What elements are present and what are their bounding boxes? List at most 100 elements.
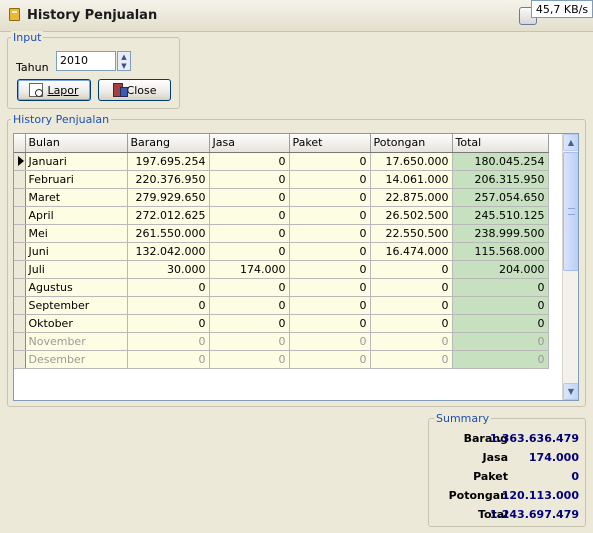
cell-total[interactable]: 180.045.254: [452, 152, 549, 171]
history-grid[interactable]: Bulan Barang Jasa Paket Potongan Total J…: [13, 133, 579, 401]
scroll-up-icon[interactable]: ▲: [563, 134, 578, 151]
cell-total[interactable]: 0: [452, 350, 549, 369]
cell-total[interactable]: 245.510.125: [452, 206, 549, 225]
cell-total[interactable]: 0: [452, 296, 549, 315]
cell-jasa[interactable]: 174.000: [209, 260, 290, 279]
cell-potongan[interactable]: 0: [370, 260, 453, 279]
cell-potongan[interactable]: 16.474.000: [370, 242, 453, 261]
cell-jasa[interactable]: 0: [209, 296, 290, 315]
row-indicator[interactable]: [14, 224, 26, 243]
cell-jasa[interactable]: 0: [209, 224, 290, 243]
cell-barang[interactable]: 0: [127, 314, 210, 333]
row-indicator[interactable]: [14, 314, 26, 333]
cell-bulan[interactable]: Maret: [25, 188, 128, 207]
column-header-paket[interactable]: Paket: [289, 134, 371, 153]
table-row[interactable]: November 0 0 0 0 0: [14, 332, 549, 351]
cell-barang[interactable]: 197.695.254: [127, 152, 210, 171]
cell-total[interactable]: 206.315.950: [452, 170, 549, 189]
table-row[interactable]: Juni 132.042.000 0 0 16.474.000 115.568.000: [14, 242, 549, 261]
cell-potongan[interactable]: 0: [370, 314, 453, 333]
cell-total[interactable]: 0: [452, 314, 549, 333]
table-row[interactable]: September 0 0 0 0 0: [14, 296, 549, 315]
cell-bulan[interactable]: Januari: [25, 152, 128, 171]
cell-total[interactable]: 238.999.500: [452, 224, 549, 243]
scroll-down-icon[interactable]: ▼: [563, 383, 578, 400]
cell-bulan[interactable]: September: [25, 296, 128, 315]
row-indicator[interactable]: [14, 188, 26, 207]
table-row[interactable]: Agustus 0 0 0 0 0: [14, 278, 549, 297]
table-row[interactable]: April 272.012.625 0 0 26.502.500 245.510.125: [14, 206, 549, 225]
cell-potongan[interactable]: 0: [370, 278, 453, 297]
cell-barang[interactable]: 279.929.650: [127, 188, 210, 207]
cell-jasa[interactable]: 0: [209, 170, 290, 189]
cell-jasa[interactable]: 0: [209, 188, 290, 207]
table-row[interactable]: Maret 279.929.650 0 0 22.875.000 257.054.650: [14, 188, 549, 207]
row-indicator[interactable]: [14, 170, 26, 189]
cell-total[interactable]: 0: [452, 332, 549, 351]
cell-paket[interactable]: 0: [289, 260, 371, 279]
cell-paket[interactable]: 0: [289, 332, 371, 351]
cell-paket[interactable]: 0: [289, 170, 371, 189]
cell-barang[interactable]: 0: [127, 296, 210, 315]
scrollbar-thumb[interactable]: [563, 152, 578, 271]
cell-bulan[interactable]: Februari: [25, 170, 128, 189]
cell-potongan[interactable]: 0: [370, 296, 453, 315]
cell-total[interactable]: 115.568.000: [452, 242, 549, 261]
spin-down-icon[interactable]: ▼: [118, 61, 130, 70]
cell-bulan[interactable]: Desember: [25, 350, 128, 369]
close-button[interactable]: Close: [98, 79, 171, 101]
cell-barang[interactable]: 0: [127, 278, 210, 297]
cell-total[interactable]: 0: [452, 278, 549, 297]
row-indicator[interactable]: [14, 332, 26, 351]
cell-jasa[interactable]: 0: [209, 278, 290, 297]
table-row[interactable]: Februari 220.376.950 0 0 14.061.000 206.315.9…: [14, 170, 549, 189]
column-header-jasa[interactable]: Jasa: [209, 134, 290, 153]
cell-jasa[interactable]: 0: [209, 332, 290, 351]
cell-potongan[interactable]: 17.650.000: [370, 152, 453, 171]
cell-bulan[interactable]: November: [25, 332, 128, 351]
cell-potongan[interactable]: 22.550.500: [370, 224, 453, 243]
cell-total[interactable]: 204.000: [452, 260, 549, 279]
row-indicator[interactable]: [14, 260, 26, 279]
column-header-total[interactable]: Total: [452, 134, 549, 153]
row-indicator[interactable]: [14, 278, 26, 297]
cell-paket[interactable]: 0: [289, 224, 371, 243]
row-indicator[interactable]: [14, 152, 26, 171]
cell-total[interactable]: 257.054.650: [452, 188, 549, 207]
table-row[interactable]: Januari 197.695.254 0 0 17.650.000 180.045.25…: [14, 152, 549, 171]
column-header-bulan[interactable]: Bulan: [25, 134, 128, 153]
cell-bulan[interactable]: Oktober: [25, 314, 128, 333]
cell-paket[interactable]: 0: [289, 242, 371, 261]
cell-paket[interactable]: 0: [289, 278, 371, 297]
tahun-input[interactable]: 2010: [56, 51, 116, 71]
cell-potongan[interactable]: 0: [370, 350, 453, 369]
cell-bulan[interactable]: Mei: [25, 224, 128, 243]
cell-barang[interactable]: 132.042.000: [127, 242, 210, 261]
cell-potongan[interactable]: 22.875.000: [370, 188, 453, 207]
cell-barang[interactable]: 0: [127, 350, 210, 369]
cell-bulan[interactable]: Agustus: [25, 278, 128, 297]
table-row[interactable]: Mei 261.550.000 0 0 22.550.500 238.999.500: [14, 224, 549, 243]
row-indicator[interactable]: [14, 296, 26, 315]
spin-up-icon[interactable]: ▲: [118, 52, 130, 61]
cell-potongan[interactable]: 26.502.500: [370, 206, 453, 225]
cell-jasa[interactable]: 0: [209, 350, 290, 369]
cell-potongan[interactable]: 0: [370, 332, 453, 351]
cell-barang[interactable]: 0: [127, 332, 210, 351]
cell-potongan[interactable]: 14.061.000: [370, 170, 453, 189]
row-indicator[interactable]: [14, 206, 26, 225]
row-indicator[interactable]: [14, 242, 26, 261]
column-header-barang[interactable]: Barang: [127, 134, 210, 153]
table-row[interactable]: Juli 30.000 174.000 0 0 204.000: [14, 260, 549, 279]
cell-paket[interactable]: 0: [289, 350, 371, 369]
cell-barang[interactable]: 220.376.950: [127, 170, 210, 189]
cell-barang[interactable]: 261.550.000: [127, 224, 210, 243]
cell-jasa[interactable]: 0: [209, 152, 290, 171]
cell-bulan[interactable]: Juli: [25, 260, 128, 279]
cell-jasa[interactable]: 0: [209, 242, 290, 261]
cell-barang[interactable]: 30.000: [127, 260, 210, 279]
table-row[interactable]: Desember 0 0 0 0 0: [14, 350, 549, 369]
column-header-potongan[interactable]: Potongan: [370, 134, 453, 153]
cell-barang[interactable]: 272.012.625: [127, 206, 210, 225]
cell-paket[interactable]: 0: [289, 296, 371, 315]
